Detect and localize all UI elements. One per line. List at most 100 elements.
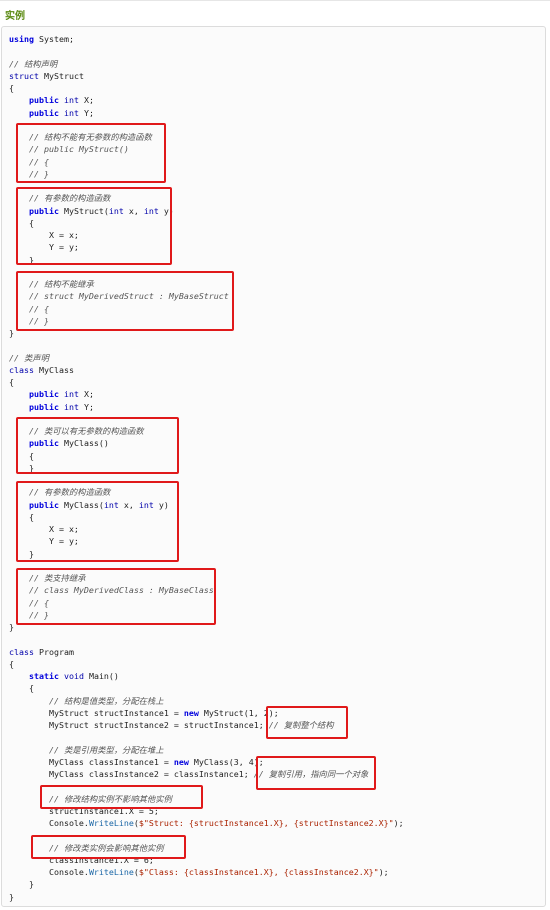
code-line: public int Y; [9, 401, 404, 413]
code-token: public [28, 389, 59, 400]
code-token: public [28, 107, 59, 118]
code-token: X; [78, 95, 94, 106]
code-token: } [9, 879, 34, 890]
code-line: Console.WriteLine($"Struct: {structInsta… [9, 817, 404, 829]
code-token: X; [78, 389, 94, 400]
code-line: { [9, 658, 404, 670]
code-token: { [9, 683, 34, 694]
code-token: new [183, 707, 199, 718]
code-line: // { [9, 303, 404, 315]
code-line: X = x; [9, 229, 404, 241]
code-line: Console.WriteLine($"Class: {classInstanc… [9, 866, 404, 878]
code-line: { [9, 82, 404, 94]
code-token: MyStruct(1, 2); [198, 707, 279, 718]
code-token: // { [9, 156, 49, 167]
code-line: public MyStruct(int x, int y) [9, 205, 404, 217]
code-line: Y = y; [9, 241, 404, 253]
code-line: } [9, 254, 404, 266]
code-line: // 类是引用类型，分配在堆上 [9, 744, 404, 756]
code-token: // 类可以有无参数的构造函数 [9, 426, 144, 436]
code-token: } [9, 891, 14, 902]
code-line: public MyClass() [9, 437, 404, 449]
code-token: int [143, 205, 159, 216]
code-token: // 有参数的构造函数 [9, 193, 111, 204]
code-token: int [138, 499, 154, 510]
code-line: public int X; [9, 388, 404, 400]
code-token: MyClass(3, 4); [188, 756, 264, 767]
code-token: int [63, 95, 79, 106]
code-line: // } [9, 609, 404, 621]
code-token: MyStruct [38, 70, 84, 81]
code-token: // 结构是值类型，分配在栈上 [9, 695, 164, 706]
code-token: // 类是引用类型，分配在堆上 [9, 744, 164, 755]
code-token: // 类支持继承 [9, 573, 86, 583]
code-token: ); [378, 867, 389, 877]
code-line: struct MyStruct [9, 70, 404, 82]
code-line: // 修改类实例会影响其他实例 [9, 842, 404, 854]
top-divider [0, 0, 550, 1]
code-token: MyClass [33, 364, 74, 375]
code-token: WriteLine [88, 818, 134, 828]
code-token: MyStruct( [58, 205, 109, 216]
code-line: } [9, 621, 404, 633]
code-token: } [9, 548, 34, 559]
code-token: // { [9, 303, 49, 314]
code-line: public int Y; [9, 107, 404, 119]
code-line: MyStruct structInstance2 = structInstanc… [9, 719, 404, 731]
code-line: MyClass classInstance2 = classInstance1;… [9, 768, 404, 780]
code-token: { [9, 658, 14, 669]
code-token: $"Class: {classInstance1.X}, {classInsta… [138, 867, 379, 877]
code-token: int [63, 389, 79, 400]
code-line: static void Main() [9, 670, 404, 682]
code-token: Y = y; [9, 242, 79, 253]
code-line: public MyClass(int x, int y) [9, 499, 404, 511]
code-token: // 复制引用，指向同一个对象 [253, 769, 369, 779]
code-content: using System; // 结构声明 struct MyStruct{ pu… [9, 33, 404, 903]
code-token: // { [9, 597, 49, 608]
code-line: { [9, 511, 404, 523]
code-token: // 修改结构实例不影响其他实例 [9, 793, 172, 804]
code-line: // 结构声明 [9, 58, 404, 70]
code-token: struct [9, 70, 39, 81]
code-line: class Program [9, 646, 404, 658]
code-line: X = x; [9, 523, 404, 535]
code-token: } [9, 462, 34, 473]
code-token: Y; [78, 107, 94, 118]
code-token: Main() [83, 671, 119, 681]
code-token: // } [9, 168, 49, 179]
code-token: MyClass( [58, 499, 104, 510]
code-line: // 类声明 [9, 352, 404, 364]
code-token: } [9, 254, 34, 265]
code-line: } [9, 891, 404, 903]
code-token: // 类声明 [9, 352, 49, 363]
code-token: void [63, 671, 84, 681]
code-token: public [28, 401, 59, 412]
code-token: y) [153, 499, 169, 510]
code-line: MyStruct structInstance1 = new MyStruct(… [9, 707, 404, 719]
code-token: ); [393, 818, 404, 828]
code-token: X = x; [9, 524, 79, 534]
code-block: using System; // 结构声明 struct MyStruct{ pu… [1, 26, 546, 907]
code-line: Y = y; [9, 535, 404, 547]
code-token: // 结构不能有无参数的构造函数 [9, 132, 152, 142]
code-token: y) [158, 205, 174, 216]
code-token: Console. [9, 867, 89, 877]
code-line: structInstance1.X = 5; [9, 805, 404, 817]
code-line: } [9, 327, 404, 339]
code-line: public int X; [9, 94, 404, 106]
code-line: { [9, 376, 404, 388]
